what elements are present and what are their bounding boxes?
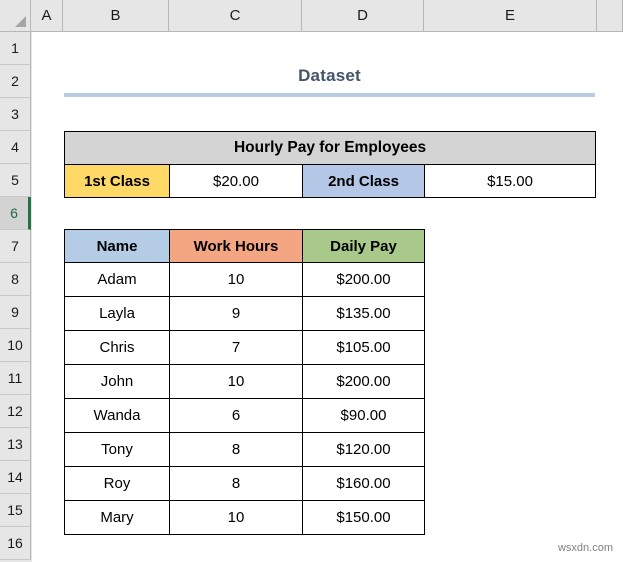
table-row: Tony 8 $120.00 bbox=[64, 432, 425, 467]
column-header-partial[interactable] bbox=[597, 0, 623, 31]
employee-name-cell[interactable]: Roy bbox=[64, 466, 170, 501]
spreadsheet-canvas: Dataset Hourly Pay for Employees 1st Cla… bbox=[0, 0, 623, 562]
employee-hours-cell[interactable]: 8 bbox=[169, 466, 303, 501]
hourly-pay-rates-row: 1st Class $20.00 2nd Class $15.00 bbox=[64, 164, 597, 198]
row-header-7[interactable]: 7 bbox=[0, 230, 31, 263]
column-header-work-hours[interactable]: Work Hours bbox=[169, 229, 303, 263]
row-header-15[interactable]: 15 bbox=[0, 494, 31, 527]
row-header-5[interactable]: 5 bbox=[0, 164, 31, 197]
row-header-8[interactable]: 8 bbox=[0, 263, 31, 296]
select-all-corner-button[interactable] bbox=[0, 0, 31, 31]
employee-hours-cell[interactable]: 8 bbox=[169, 432, 303, 467]
employee-name-cell[interactable]: Mary bbox=[64, 500, 170, 535]
column-header-name[interactable]: Name bbox=[64, 229, 170, 263]
hourly-pay-banner-row: Hourly Pay for Employees bbox=[63, 131, 597, 165]
table-row: Mary 10 $150.00 bbox=[64, 500, 425, 535]
employee-table-header-row: Name Work Hours Daily Pay bbox=[64, 229, 425, 263]
column-header-b[interactable]: B bbox=[63, 0, 169, 31]
table-row: John 10 $200.00 bbox=[64, 364, 425, 399]
employee-pay-cell[interactable]: $120.00 bbox=[302, 432, 425, 467]
table-row: Adam 10 $200.00 bbox=[64, 262, 425, 297]
title-underline bbox=[64, 93, 595, 97]
table-row: Layla 9 $135.00 bbox=[64, 296, 425, 331]
employee-pay-cell[interactable]: $135.00 bbox=[302, 296, 425, 331]
column-header-c[interactable]: C bbox=[169, 0, 302, 31]
row-header-13[interactable]: 13 bbox=[0, 428, 31, 461]
row-header-12[interactable]: 12 bbox=[0, 395, 31, 428]
employee-hours-cell[interactable]: 7 bbox=[169, 330, 303, 365]
row-header-4[interactable]: 4 bbox=[0, 131, 31, 164]
first-class-value-cell[interactable]: $20.00 bbox=[169, 164, 303, 198]
row-header-10[interactable]: 10 bbox=[0, 329, 31, 362]
row-header-9[interactable]: 9 bbox=[0, 296, 31, 329]
select-all-triangle-icon bbox=[15, 16, 26, 27]
page-title: Dataset bbox=[298, 66, 361, 85]
employee-hours-cell[interactable]: 10 bbox=[169, 364, 303, 399]
row-header-11[interactable]: 11 bbox=[0, 362, 31, 395]
hourly-pay-table: Hourly Pay for Employees 1st Class $20.0… bbox=[63, 131, 597, 198]
row-header-14[interactable]: 14 bbox=[0, 461, 31, 494]
second-class-value-cell[interactable]: $15.00 bbox=[423, 164, 597, 198]
first-class-label-cell[interactable]: 1st Class bbox=[64, 164, 170, 198]
row-header-1[interactable]: 1 bbox=[0, 32, 31, 65]
employee-name-cell[interactable]: Adam bbox=[64, 262, 170, 297]
employee-hours-cell[interactable]: 9 bbox=[169, 296, 303, 331]
column-header-e[interactable]: E bbox=[424, 0, 597, 31]
employee-name-cell[interactable]: Tony bbox=[64, 432, 170, 467]
employee-pay-cell[interactable]: $200.00 bbox=[302, 262, 425, 297]
column-header-daily-pay[interactable]: Daily Pay bbox=[302, 229, 425, 263]
row-header-3[interactable]: 3 bbox=[0, 98, 31, 131]
row-header-6[interactable]: 6 bbox=[0, 197, 31, 230]
employee-pay-cell[interactable]: $90.00 bbox=[302, 398, 425, 433]
second-class-label-cell[interactable]: 2nd Class bbox=[302, 164, 425, 198]
employee-hours-cell[interactable]: 6 bbox=[169, 398, 303, 433]
table-row: Roy 8 $160.00 bbox=[64, 466, 425, 501]
column-header-d[interactable]: D bbox=[302, 0, 424, 31]
employee-pay-cell[interactable]: $150.00 bbox=[302, 500, 425, 535]
row-header-16[interactable]: 16 bbox=[0, 527, 31, 560]
column-header-a[interactable]: A bbox=[31, 0, 63, 31]
row-header-bar: 1 2 3 4 5 6 7 8 9 10 11 12 13 14 15 16 bbox=[0, 32, 32, 562]
employee-name-cell[interactable]: Wanda bbox=[64, 398, 170, 433]
employee-data-table: Name Work Hours Daily Pay Adam 10 $200.00 L… bbox=[64, 229, 425, 535]
employee-hours-cell[interactable]: 10 bbox=[169, 500, 303, 535]
row-header-2[interactable]: 2 bbox=[0, 65, 31, 98]
employee-name-cell[interactable]: John bbox=[64, 364, 170, 399]
employee-hours-cell[interactable]: 10 bbox=[169, 262, 303, 297]
table-row: Chris 7 $105.00 bbox=[64, 330, 425, 365]
watermark-label: wsxdn.com bbox=[557, 542, 613, 554]
column-header-bar: ABCDE bbox=[0, 0, 623, 32]
employee-pay-cell[interactable]: $200.00 bbox=[302, 364, 425, 399]
employee-pay-cell[interactable]: $160.00 bbox=[302, 466, 425, 501]
employee-pay-cell[interactable]: $105.00 bbox=[302, 330, 425, 365]
employee-name-cell[interactable]: Layla bbox=[64, 296, 170, 331]
hourly-pay-banner-cell[interactable]: Hourly Pay for Employees bbox=[63, 131, 597, 165]
table-row: Wanda 6 $90.00 bbox=[64, 398, 425, 433]
employee-name-cell[interactable]: Chris bbox=[64, 330, 170, 365]
